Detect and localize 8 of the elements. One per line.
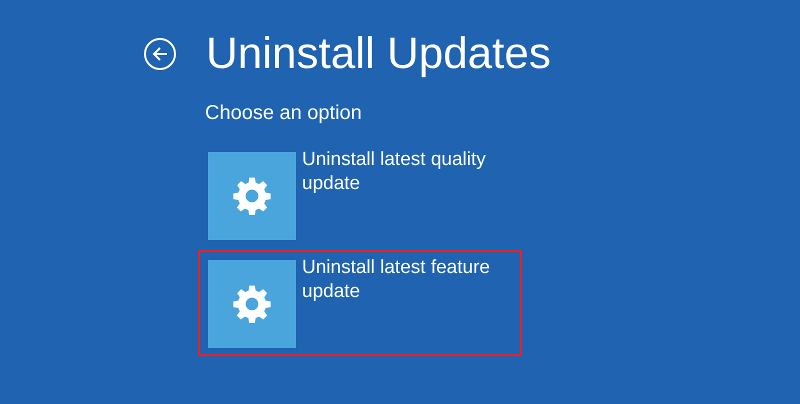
back-arrow-icon: [151, 45, 169, 63]
back-button[interactable]: [144, 38, 176, 70]
option-button[interactable]: Uninstall latest feature update: [198, 250, 522, 356]
subtitle: Choose an option: [205, 101, 363, 126]
page-title: Uninstall Updates: [206, 28, 551, 80]
option-button[interactable]: Uninstall latest quality update: [198, 142, 522, 248]
gear-icon: [232, 176, 272, 216]
gear-icon: [232, 284, 272, 324]
